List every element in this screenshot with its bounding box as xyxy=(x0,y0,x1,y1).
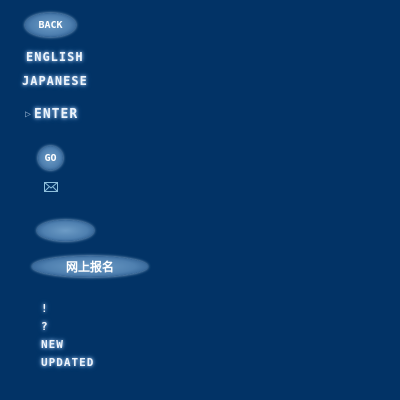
question-label: ? xyxy=(41,320,49,333)
triangle-right-icon: ▷ xyxy=(25,109,32,120)
register-label: 网上报名 xyxy=(65,260,114,274)
enter-link[interactable]: ▷ ENTER xyxy=(25,107,78,122)
back-button[interactable]: BACK xyxy=(25,13,76,37)
exclamation-label: ! xyxy=(41,302,49,315)
back-label: BACK xyxy=(38,19,63,31)
language-japanese[interactable]: JAPANESE xyxy=(22,74,88,88)
go-label: GO xyxy=(44,152,57,164)
language-english[interactable]: ENGLISH xyxy=(26,50,84,64)
go-button[interactable]: GO xyxy=(38,146,63,170)
updated-label: UPDATED xyxy=(41,356,95,369)
mail-icon[interactable] xyxy=(44,182,58,192)
new-label: NEW xyxy=(41,338,64,351)
online-registration-button[interactable]: 网上报名 xyxy=(32,256,148,277)
enter-label: ENTER xyxy=(34,107,79,122)
blank-oval-button[interactable] xyxy=(37,220,94,241)
